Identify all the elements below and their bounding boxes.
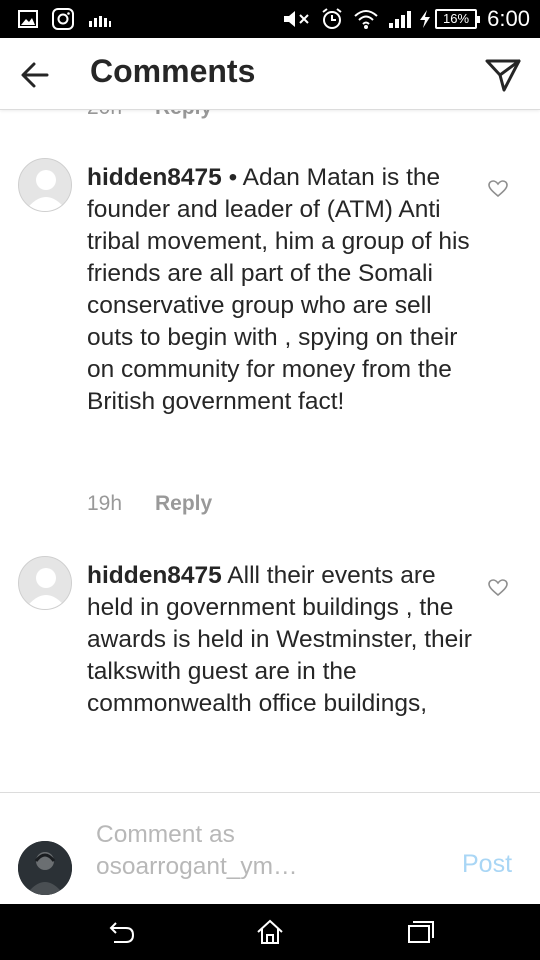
home-nav-icon[interactable] bbox=[255, 918, 285, 946]
user-photo-icon bbox=[18, 841, 72, 895]
default-avatar-icon bbox=[19, 159, 71, 211]
page-title: Comments bbox=[90, 53, 256, 89]
charging-icon bbox=[420, 10, 430, 28]
avatar[interactable] bbox=[18, 556, 72, 610]
signal-bars-notification-icon bbox=[89, 16, 111, 27]
comments-list[interactable]: 20h Reply hidden8475 • Adan Matan is the… bbox=[0, 110, 540, 792]
alarm-icon bbox=[322, 8, 342, 29]
comment-username[interactable]: hidden8475 bbox=[87, 164, 222, 191]
arrow-left-icon[interactable] bbox=[18, 58, 52, 92]
app-bar: Comments bbox=[0, 38, 540, 110]
back-nav-icon[interactable] bbox=[106, 918, 136, 946]
heart-icon[interactable] bbox=[488, 180, 508, 198]
current-user-avatar bbox=[18, 841, 72, 895]
heart-icon[interactable] bbox=[488, 579, 508, 597]
comment-body: hidden8475 • Adan Matan is the founder a… bbox=[87, 162, 479, 418]
comment-body: hidden8475 Alll their events are held in… bbox=[87, 560, 479, 720]
avatar[interactable] bbox=[18, 158, 72, 212]
mute-icon bbox=[284, 11, 309, 27]
reply-button[interactable]: Reply bbox=[155, 492, 212, 516]
wifi-icon bbox=[354, 10, 378, 29]
default-avatar-icon bbox=[19, 557, 71, 609]
comment-time: 20h bbox=[87, 110, 122, 119]
status-bar: 16% 6:00 bbox=[0, 0, 540, 38]
comment-item: hidden8475 • Adan Matan is the founder a… bbox=[0, 158, 540, 518]
recents-nav-icon[interactable] bbox=[405, 918, 435, 946]
screen: 16% 6:00 Comments 20h Reply bbox=[0, 0, 540, 960]
cell-signal-icon bbox=[389, 11, 411, 28]
comment-text: • Adan Matan is the founder and leader o… bbox=[87, 164, 470, 415]
comment-time: 19h bbox=[87, 492, 123, 515]
instagram-icon bbox=[52, 8, 74, 30]
paper-plane-icon[interactable] bbox=[484, 56, 522, 94]
post-button[interactable]: Post bbox=[462, 850, 512, 879]
comment-item: hidden8475 Alll their events are held in… bbox=[0, 556, 540, 792]
system-nav-bar bbox=[0, 904, 540, 960]
image-icon bbox=[18, 10, 38, 28]
clock: 6:00 bbox=[487, 6, 530, 31]
battery-indicator: 16% bbox=[435, 9, 480, 29]
comment-username[interactable]: hidden8475 bbox=[87, 562, 222, 589]
reply-button[interactable]: Reply bbox=[155, 110, 212, 120]
comment-composer: Comment as osoarrogant_ym… Post bbox=[0, 792, 540, 904]
comment-input[interactable]: Comment as osoarrogant_ym… bbox=[96, 819, 426, 883]
previous-comment-meta: 20h Reply bbox=[87, 110, 212, 120]
